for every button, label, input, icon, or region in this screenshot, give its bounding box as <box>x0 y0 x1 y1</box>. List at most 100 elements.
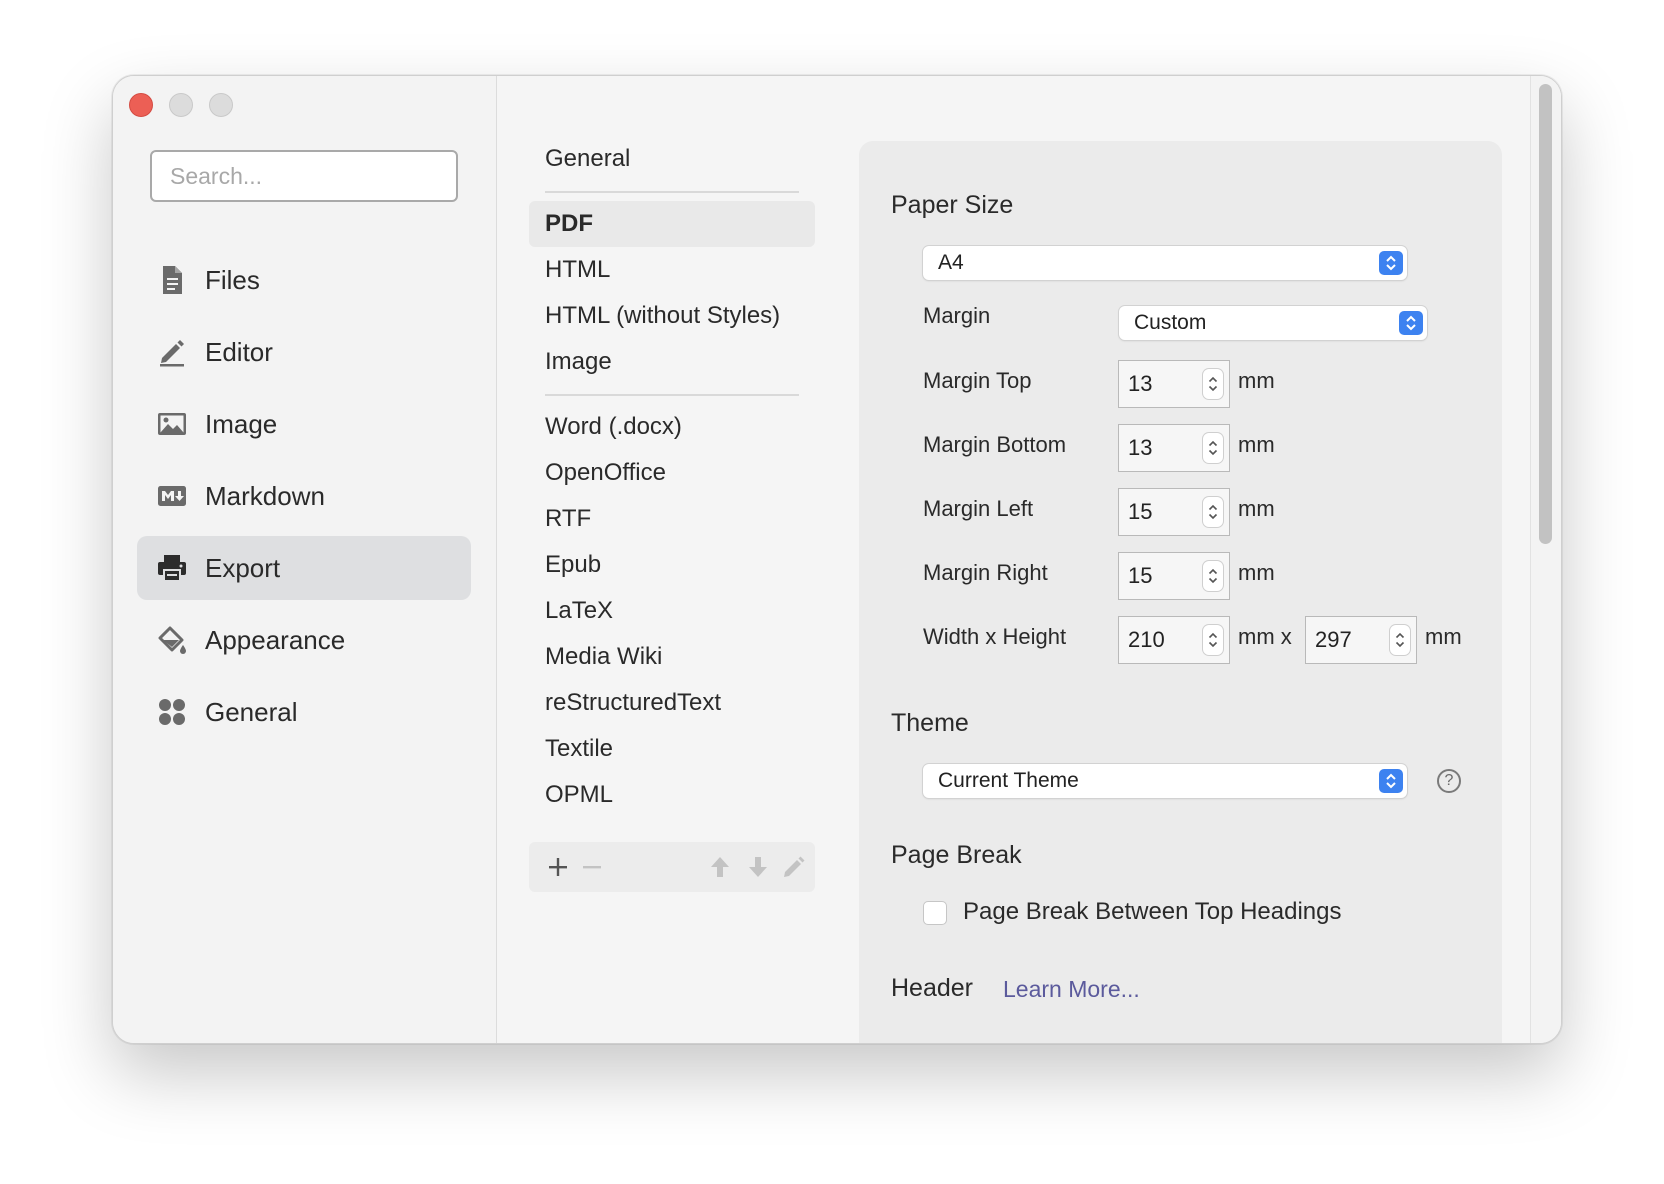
margin-top-stepper[interactable] <box>1203 369 1223 399</box>
export-item-media-wiki[interactable]: Media Wiki <box>529 634 815 680</box>
close-button[interactable] <box>129 93 153 117</box>
sidebar-nav: Files Editor Image Markdown Export Appea… <box>137 248 471 752</box>
export-item-latex[interactable]: LaTeX <box>529 588 815 634</box>
width-field[interactable]: 210 <box>1118 616 1230 664</box>
height-field[interactable]: 297 <box>1305 616 1417 664</box>
margin-value: Custom <box>1134 311 1207 334</box>
sidebar-item-image[interactable]: Image <box>137 392 471 456</box>
list-toolbar <box>529 842 815 892</box>
list-divider <box>545 394 799 396</box>
height-unit: mm <box>1425 624 1462 649</box>
page-break-title: Page Break <box>891 841 1022 869</box>
remove-button[interactable] <box>577 852 607 882</box>
export-item-opml[interactable]: OPML <box>529 772 815 818</box>
scrollbar[interactable] <box>1530 76 1561 1043</box>
scroll-thumb[interactable] <box>1539 84 1552 544</box>
export-item-restructuredtext[interactable]: reStructuredText <box>529 680 815 726</box>
margin-bottom-unit: mm <box>1238 432 1275 457</box>
export-item-epub[interactable]: Epub <box>529 542 815 588</box>
search-input[interactable] <box>150 150 458 202</box>
help-icon[interactable]: ? <box>1437 769 1461 793</box>
width-stepper[interactable] <box>1203 625 1223 655</box>
export-item-general[interactable]: General <box>529 136 815 182</box>
margin-right-field[interactable]: 15 <box>1118 552 1230 600</box>
export-item-html-without-styles[interactable]: HTML (without Styles) <box>529 293 815 339</box>
minimize-button[interactable] <box>169 93 193 117</box>
margin-left-value: 15 <box>1128 499 1153 524</box>
printer-icon <box>155 551 189 585</box>
zoom-button[interactable] <box>209 93 233 117</box>
margin-top-label: Margin Top <box>923 368 1032 393</box>
margin-right-value: 15 <box>1128 563 1153 588</box>
markdown-icon <box>155 479 189 513</box>
margin-label: Margin <box>923 303 991 328</box>
theme-select[interactable]: Current Theme <box>923 764 1407 798</box>
height-value: 297 <box>1315 627 1352 652</box>
margin-left-stepper[interactable] <box>1203 497 1223 527</box>
pdf-settings-panel: Paper Size A4 Margin Custom Margin Top 1… <box>859 141 1502 1043</box>
export-item-textile[interactable]: Textile <box>529 726 815 772</box>
move-down-button[interactable] <box>743 852 773 882</box>
page-break-checkbox[interactable] <box>923 901 947 925</box>
sidebar-item-general[interactable]: General <box>137 680 471 744</box>
margin-left-field[interactable]: 15 <box>1118 488 1230 536</box>
paint-bucket-icon <box>155 623 189 657</box>
width-value: 210 <box>1128 627 1165 652</box>
chevron-up-down-icon <box>1399 311 1423 335</box>
sidebar-item-label: Files <box>205 264 260 295</box>
margin-left-unit: mm <box>1238 496 1275 521</box>
sidebar-item-label: Markdown <box>205 480 325 511</box>
margin-select[interactable]: Custom <box>1119 306 1427 340</box>
paper-size-title: Paper Size <box>891 191 1014 219</box>
width-unit: mm x <box>1238 624 1292 649</box>
width-height-label: Width x Height <box>923 624 1067 649</box>
page-break-checkbox-label[interactable]: Page Break Between Top Headings <box>963 898 1341 926</box>
add-button[interactable] <box>543 852 573 882</box>
move-up-button[interactable] <box>705 852 735 882</box>
plus-icon <box>549 858 567 876</box>
image-icon <box>155 407 189 441</box>
minus-icon <box>583 866 601 869</box>
paper-size-select[interactable]: A4 <box>923 246 1407 280</box>
sidebar-item-label: Appearance <box>205 624 346 655</box>
export-item-openoffice[interactable]: OpenOffice <box>529 450 815 496</box>
sidebar: Files Editor Image Markdown <box>113 76 497 1043</box>
file-icon <box>155 263 189 297</box>
sidebar-item-files[interactable]: Files <box>137 248 471 312</box>
margin-left-label: Margin Left <box>923 496 1034 521</box>
margin-bottom-field[interactable]: 13 <box>1118 424 1230 472</box>
paper-size-value: A4 <box>938 251 964 274</box>
header-title: Header <box>891 974 973 1002</box>
theme-value: Current Theme <box>938 769 1079 792</box>
margin-bottom-label: Margin Bottom <box>923 432 1067 457</box>
margin-right-stepper[interactable] <box>1203 561 1223 591</box>
arrow-up-icon <box>711 857 729 877</box>
margin-top-field[interactable]: 13 <box>1118 360 1230 408</box>
margin-bottom-stepper[interactable] <box>1203 433 1223 463</box>
margin-right-label: Margin Right <box>923 560 1048 585</box>
preferences-window: Files Editor Image Markdown <box>112 75 1562 1044</box>
export-item-pdf[interactable]: PDF <box>529 201 815 247</box>
chevron-up-down-icon <box>1379 769 1403 793</box>
sidebar-item-appearance[interactable]: Appearance <box>137 608 471 672</box>
sidebar-item-editor[interactable]: Editor <box>137 320 471 384</box>
height-stepper[interactable] <box>1390 625 1410 655</box>
export-item-rtf[interactable]: RTF <box>529 496 815 542</box>
sidebar-item-export[interactable]: Export <box>137 536 471 600</box>
learn-more-link[interactable]: Learn More... <box>1003 976 1140 1003</box>
arrow-down-icon <box>749 857 767 877</box>
window-controls <box>129 93 233 117</box>
chevron-up-down-icon <box>1379 251 1403 275</box>
export-item-word[interactable]: Word (.docx) <box>529 404 815 450</box>
sidebar-item-label: Image <box>205 408 278 439</box>
export-item-image[interactable]: Image <box>529 339 815 385</box>
sidebar-item-markdown[interactable]: Markdown <box>137 464 471 528</box>
content-area: General PDF HTML HTML (without Styles) I… <box>497 76 1561 1043</box>
export-item-html[interactable]: HTML <box>529 247 815 293</box>
margin-top-value: 13 <box>1128 371 1153 396</box>
theme-title: Theme <box>891 709 969 737</box>
margin-right-unit: mm <box>1238 560 1275 585</box>
grid-icon <box>155 695 189 729</box>
edit-button[interactable] <box>779 852 809 882</box>
sidebar-item-label: Editor <box>205 336 273 367</box>
